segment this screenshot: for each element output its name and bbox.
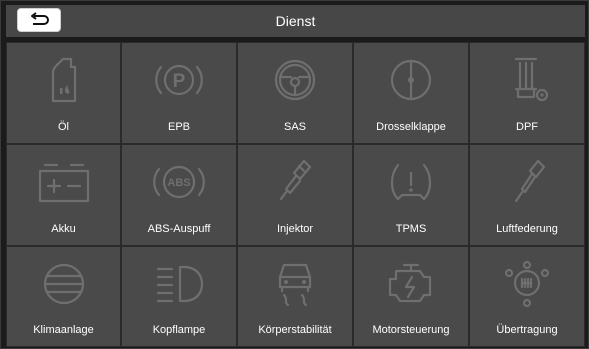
tile-label: Luftfederung — [496, 223, 558, 235]
tile-label: Kopflampe — [152, 324, 206, 336]
tile-epb[interactable]: P EPB — [121, 42, 237, 144]
return-arrow-icon — [31, 12, 49, 25]
tile-label: Körperstabilität — [258, 324, 332, 336]
tile-stability[interactable]: Körperstabilität — [237, 246, 353, 347]
tile-label: SAS — [283, 121, 306, 133]
oil-can-icon — [35, 55, 93, 105]
steering-wheel-icon — [266, 55, 324, 105]
transmission-icon — [498, 259, 556, 309]
injector-icon — [266, 157, 324, 207]
particulate-filter-icon — [498, 55, 556, 105]
tile-battery[interactable]: Akku — [6, 144, 121, 246]
tile-oil[interactable]: Öl — [6, 42, 121, 144]
tile-throttle[interactable]: Drosselklappe — [353, 42, 469, 144]
tile-injector[interactable]: Injektor — [237, 144, 353, 246]
tile-label: Drosselklappe — [376, 121, 446, 133]
app-window: Dienst Öl P EPB SAS Drosselklappe DPF Ak… — [0, 0, 589, 349]
air-suspension-icon — [498, 157, 556, 207]
service-grid: Öl P EPB SAS Drosselklappe DPF Akku ABS … — [6, 42, 585, 347]
svg-text:ABS: ABS — [167, 177, 190, 189]
tile-abs[interactable]: ABS ABS-Auspuff — [121, 144, 237, 246]
tile-label: Klimaanlage — [33, 324, 94, 336]
header-bar: Dienst — [6, 5, 585, 37]
tile-label: Öl — [58, 121, 69, 133]
tile-tpms[interactable]: TPMS — [353, 144, 469, 246]
tile-label: Injektor — [276, 223, 314, 235]
battery-icon — [35, 157, 93, 207]
stability-control-icon — [266, 259, 324, 309]
tire-pressure-icon — [382, 157, 440, 207]
tile-label: Motorsteuerung — [372, 324, 450, 336]
back-button[interactable] — [17, 8, 61, 32]
tile-dpf[interactable]: DPF — [469, 42, 585, 144]
abs-icon: ABS — [150, 157, 208, 207]
parking-brake-icon: P — [150, 55, 208, 105]
headlamp-icon — [150, 259, 208, 309]
engine-icon — [382, 259, 440, 309]
tile-label: TPMS — [395, 223, 427, 235]
tile-label: EPB — [167, 121, 190, 133]
throttle-icon — [382, 55, 440, 105]
svg-text:P: P — [173, 71, 186, 92]
tile-label: Übertragung — [496, 324, 558, 336]
air-conditioning-icon — [35, 259, 93, 309]
tile-label: DPF — [516, 121, 538, 133]
tile-air-conditioning[interactable]: Klimaanlage — [6, 246, 121, 347]
tile-headlamp[interactable]: Kopflampe — [121, 246, 237, 347]
page-title: Dienst — [275, 13, 316, 29]
tile-air-suspension[interactable]: Luftfederung — [469, 144, 585, 246]
tile-transmission[interactable]: Übertragung — [469, 246, 585, 347]
tile-engine[interactable]: Motorsteuerung — [353, 246, 469, 347]
tile-label: ABS-Auspuff — [147, 223, 211, 235]
tile-sas[interactable]: SAS — [237, 42, 353, 144]
tile-label: Akku — [51, 223, 76, 235]
